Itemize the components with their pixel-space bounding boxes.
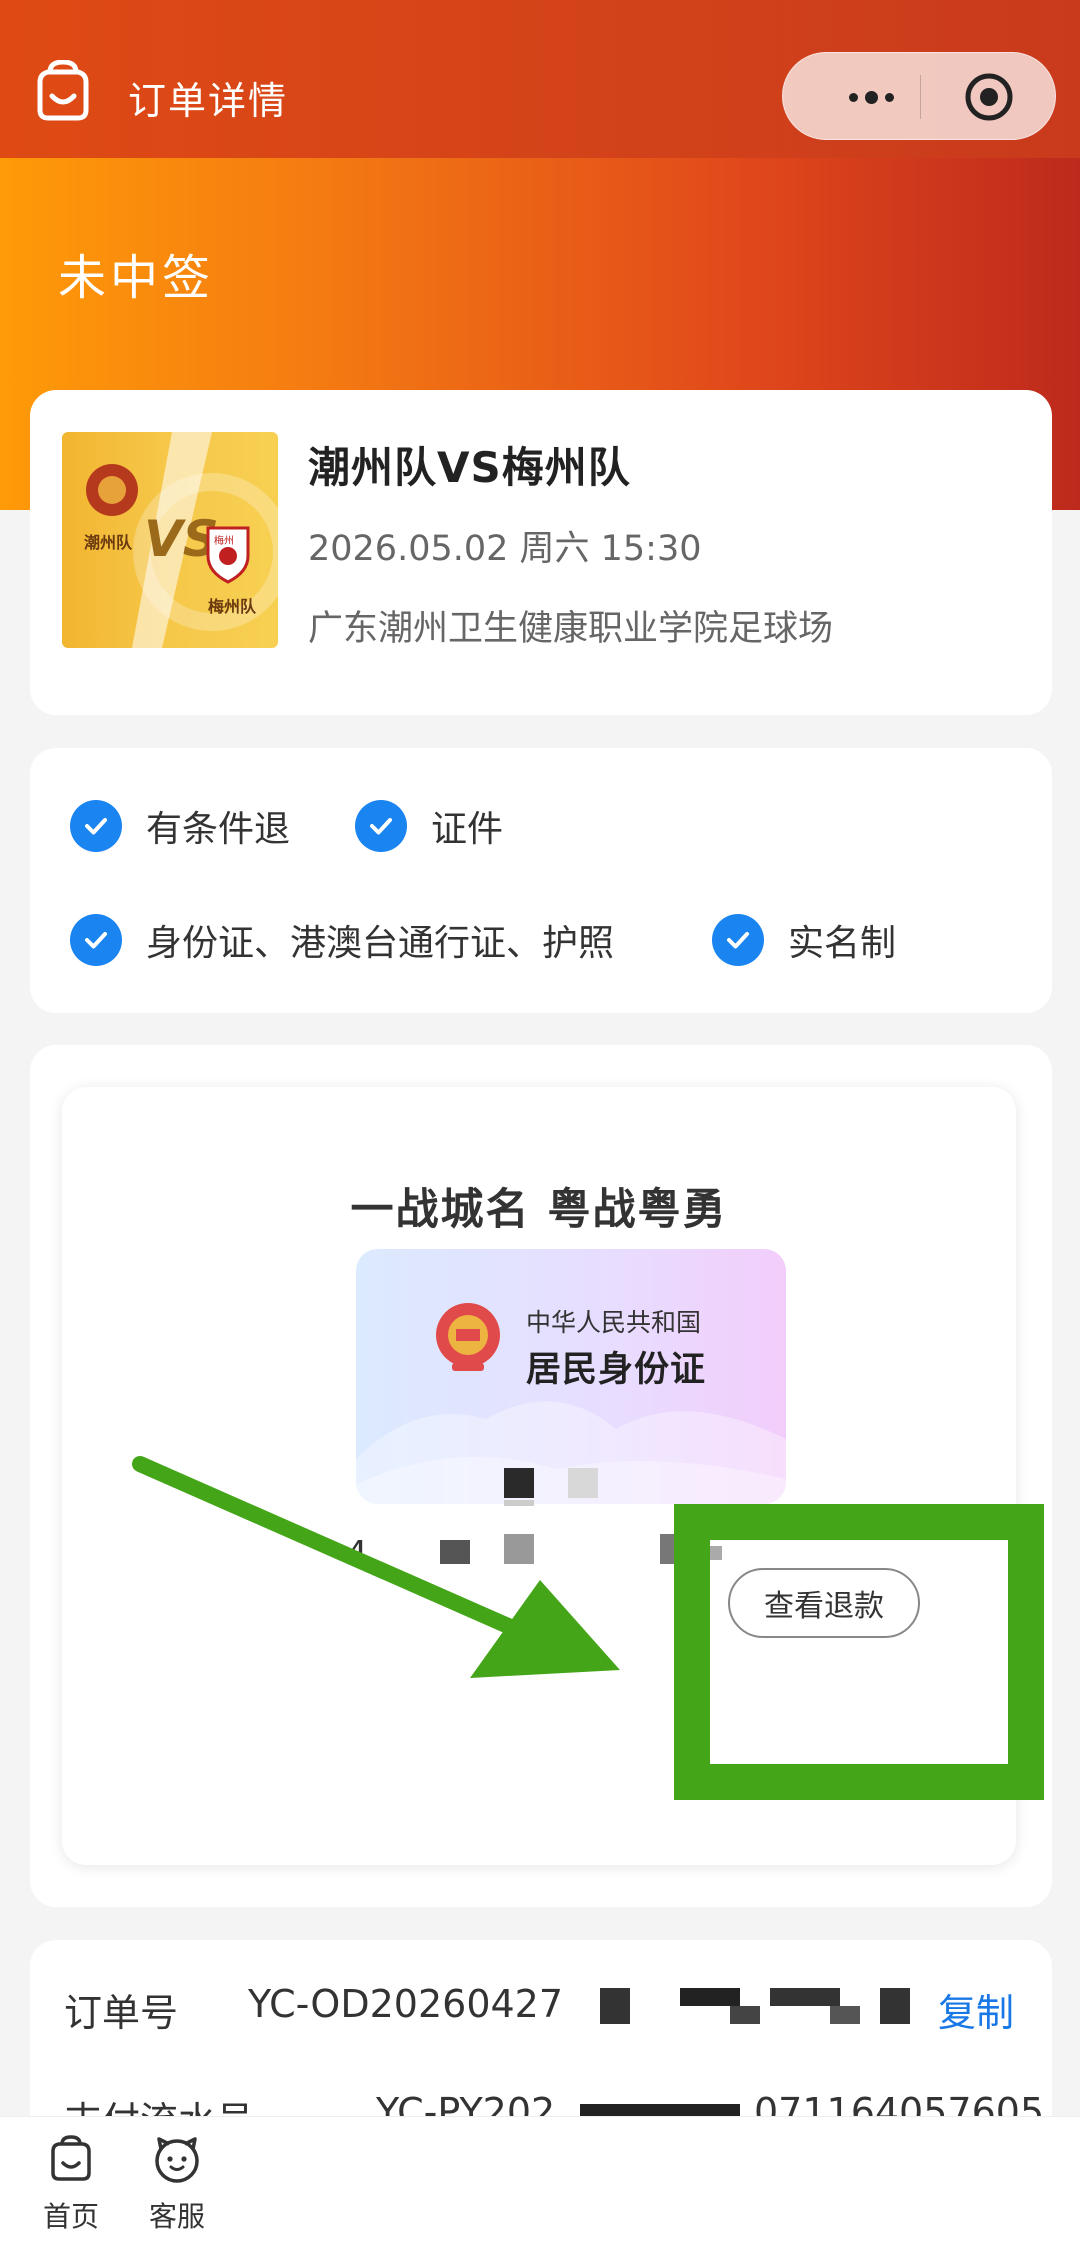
svg-text:梅州队: 梅州队 [208,597,257,616]
event-card[interactable]: 潮州队 VS 梅州 梅州队 潮州队VS梅州队 2026.05.02 周六 15:… [30,390,1052,715]
capsule-divider [920,75,921,119]
annotation-arrow-icon [132,1456,620,1678]
rule-label: 实名制 [788,923,897,964]
tab-service[interactable]: 客服 [122,2133,232,2235]
ticket-rules-card: 有条件退 证件 身份证、港澳台通行证、护照 实名制 [30,748,1052,1013]
svg-text:潮州队: 潮州队 [84,533,133,552]
service-face-icon [155,2137,199,2183]
order-number-label: 订单号 [64,1991,179,2035]
national-emblem-icon [436,1303,500,1371]
check-circle-icon [70,914,122,966]
ticket-slogan: 一战城名 粤战粤勇 [350,1185,728,1235]
chaozhou-badge-icon [86,464,138,516]
redaction-block [770,1988,840,2006]
tab-home[interactable]: 首页 [16,2133,126,2235]
rule-item: 身份证、港澳台通行证、护照 [70,914,614,966]
redaction-block [680,1988,740,2006]
view-refund-button[interactable]: 查看退款 [728,1568,920,1638]
event-name: 潮州队VS梅州队 [308,443,631,492]
tab-home-label: 首页 [42,2200,99,2233]
annotation-highlight-box [674,1504,1044,1800]
tab-service-label: 客服 [148,2200,205,2233]
check-circle-icon [70,800,122,852]
rule-item: 实名制 [712,914,896,966]
lottery-status: 未中签 [58,250,215,306]
svg-text:梅州: 梅州 [214,534,234,547]
event-datetime: 2026.05.02 周六 15:30 [308,529,702,569]
page-title: 订单详情 [128,79,289,123]
redaction-block [880,1988,910,2024]
check-circle-icon [712,914,764,966]
redaction-block [830,2006,860,2024]
copy-order-link[interactable]: 复制 [938,1982,1014,2037]
order-number-value: YC-OD20260427 [248,1982,564,2026]
more-dots-icon[interactable] [823,53,919,141]
redaction-block [730,2006,760,2024]
rule-label: 身份证、港澳台通行证、护照 [146,923,615,964]
target-icon[interactable] [963,71,1015,123]
mini-program-capsule [782,52,1056,140]
event-venue: 广东潮州卫生健康职业学院足球场 [308,609,834,649]
redaction-block [600,1988,630,2024]
rule-item: 证件 [355,800,503,852]
rule-label: 证件 [431,809,504,850]
rule-label: 有条件退 [146,809,291,850]
rule-item: 有条件退 [70,800,290,852]
bottom-tab-bar: 首页 客服 [0,2116,1080,2246]
id-card-country: 中华人民共和国 [526,1308,702,1337]
smile-bag-icon[interactable] [30,60,96,126]
id-card-title: 居民身份证 [526,1350,707,1390]
check-circle-icon [355,800,407,852]
match-poster: 潮州队 VS 梅州 梅州队 [62,432,278,648]
home-smile-icon [51,2135,91,2181]
